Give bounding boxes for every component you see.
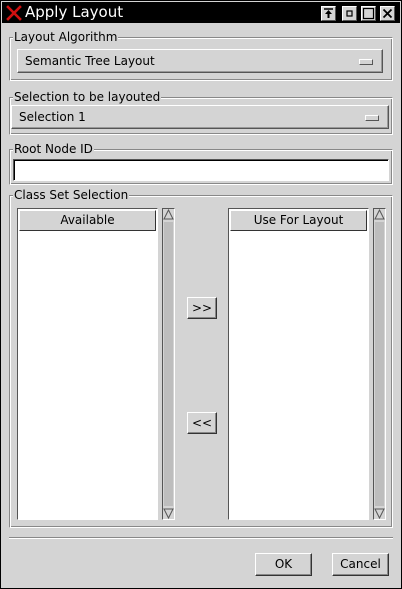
available-list[interactable]: Available bbox=[17, 208, 158, 520]
available-header: Available bbox=[19, 210, 156, 231]
close-button[interactable] bbox=[380, 6, 395, 21]
scroll-up-arrow-icon[interactable] bbox=[374, 209, 385, 220]
minimize-button[interactable] bbox=[342, 6, 357, 21]
selection-select[interactable]: Selection 1 bbox=[11, 105, 389, 129]
class-set-label: Class Set Selection bbox=[13, 188, 130, 202]
layout-algorithm-label: Layout Algorithm bbox=[13, 30, 119, 44]
add-to-layout-button[interactable]: >> bbox=[187, 297, 217, 319]
scroll-up-arrow-icon[interactable] bbox=[163, 209, 174, 220]
minimize-icon bbox=[346, 10, 353, 17]
available-scrollbar[interactable] bbox=[162, 208, 175, 520]
option-menu-indicator-icon bbox=[359, 59, 373, 65]
maximize-button[interactable] bbox=[361, 6, 376, 21]
apply-layout-dialog: Apply Layout Layout Algorithm Semantic T… bbox=[0, 0, 402, 589]
use-for-layout-header: Use For Layout bbox=[230, 210, 367, 231]
selection-group: Selection to be layouted Selection 1 bbox=[9, 90, 393, 135]
layout-algorithm-group: Layout Algorithm Semantic Tree Layout bbox=[9, 30, 393, 81]
title-bar[interactable]: Apply Layout bbox=[2, 2, 400, 23]
close-icon bbox=[382, 8, 393, 19]
scroll-down-arrow-icon[interactable] bbox=[374, 508, 385, 519]
layout-algorithm-select[interactable]: Semantic Tree Layout bbox=[17, 49, 383, 73]
scroll-trough[interactable] bbox=[375, 222, 384, 506]
separator bbox=[9, 537, 393, 539]
option-menu-indicator-icon bbox=[365, 115, 379, 121]
maximize-icon bbox=[362, 7, 375, 20]
root-node-group: Root Node ID bbox=[9, 142, 393, 185]
remove-from-layout-button[interactable]: << bbox=[187, 412, 217, 434]
pin-on-top-icon bbox=[324, 8, 333, 18]
use-for-layout-list[interactable]: Use For Layout bbox=[228, 208, 369, 520]
selection-label: Selection to be layouted bbox=[13, 90, 162, 104]
class-set-group: Class Set Selection Available >> << Use … bbox=[9, 188, 393, 528]
layout-algorithm-value: Semantic Tree Layout bbox=[25, 54, 155, 68]
selection-value: Selection 1 bbox=[19, 110, 86, 124]
window-title: Apply Layout bbox=[25, 3, 124, 21]
root-node-label: Root Node ID bbox=[13, 142, 94, 156]
scroll-trough[interactable] bbox=[164, 222, 173, 506]
cancel-button[interactable]: Cancel bbox=[332, 553, 389, 576]
pin-on-top-button[interactable] bbox=[321, 6, 336, 21]
root-node-id-field[interactable] bbox=[13, 159, 389, 181]
scroll-down-arrow-icon[interactable] bbox=[163, 508, 174, 519]
close-x-app-icon bbox=[6, 5, 22, 21]
use-for-layout-scrollbar[interactable] bbox=[373, 208, 386, 520]
ok-button[interactable]: OK bbox=[255, 553, 312, 576]
